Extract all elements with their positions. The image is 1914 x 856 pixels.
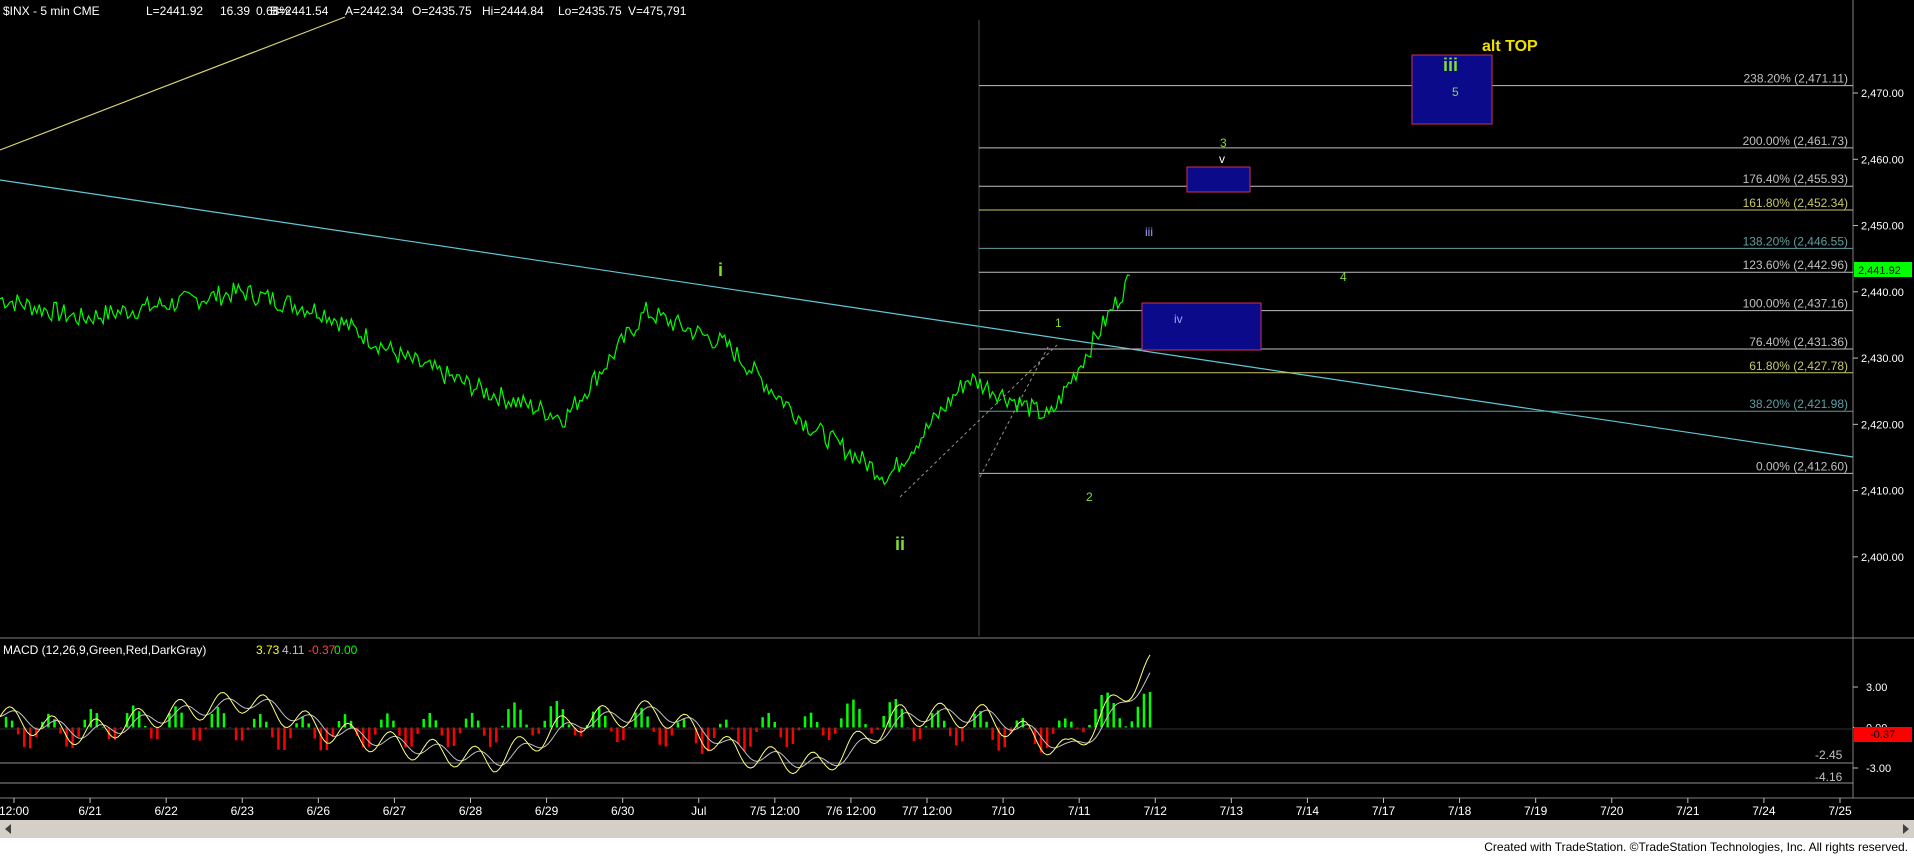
time-axis-label: 6/27: [383, 804, 407, 818]
time-axis-label: 7/17: [1372, 804, 1396, 818]
macd-current-label: -0.37: [1870, 729, 1895, 741]
wave-label-iv-small: iv: [1174, 312, 1183, 326]
time-axis-label: 6/30: [611, 804, 635, 818]
time-axis-label: 6/26: [307, 804, 331, 818]
fib-label: 200.00% (2,461.73): [1743, 134, 1848, 148]
wave-label-1: 1: [1055, 316, 1062, 330]
price-axis-label: 2,420.00: [1861, 419, 1904, 431]
header-change: 16.39: [220, 4, 250, 18]
time-axis-label: 7/12: [1144, 804, 1168, 818]
alt-top-label: alt TOP: [1482, 38, 1538, 55]
chart: $INX - 5 min CME L=2441.92 16.39 0.68% B…: [0, 0, 1914, 856]
wave-label-4: 4: [1340, 270, 1347, 284]
header-low: Lo=2435.75: [558, 4, 622, 18]
time-axis-label: 7/5 12:00: [750, 804, 800, 818]
time-axis-label: 6/23: [231, 804, 255, 818]
macd-axis-label: 3.00: [1866, 682, 1887, 694]
macd-value-1: 3.73: [256, 643, 280, 657]
time-axis-label: 6/29: [535, 804, 559, 818]
time-axis-label: 6/28: [459, 804, 483, 818]
macd-value-3: -0.37: [308, 643, 336, 657]
time-axis-label: 6/21: [78, 804, 102, 818]
fib-label: 38.20% (2,421.98): [1749, 397, 1848, 411]
time-axis-label: 6/22: [154, 804, 178, 818]
footer: Created with TradeStation. ©TradeStation…: [0, 838, 1914, 856]
price-axis-label: 2,430.00: [1861, 353, 1904, 365]
horizontal-scrollbar[interactable]: [0, 820, 1914, 838]
time-axis-label: 7/14: [1296, 804, 1320, 818]
wave-label-iii-small: iii: [1145, 225, 1153, 239]
scroll-right-icon[interactable]: [1900, 822, 1912, 836]
wave-label-5: 5: [1452, 85, 1459, 99]
fib-label: 0.00% (2,412.60): [1756, 459, 1848, 473]
time-axis-label: 7/19: [1524, 804, 1548, 818]
price-axis-label: 2,400.00: [1861, 552, 1904, 564]
wave-label-ii: ii: [895, 534, 905, 554]
macd-value-2: 4.11: [282, 643, 305, 657]
fib-label: 138.20% (2,446.55): [1743, 234, 1848, 248]
time-axis-label: 7/11: [1068, 804, 1091, 818]
time-axis-label: 7/25: [1828, 804, 1852, 818]
wave-label-3: 3: [1220, 136, 1227, 150]
wave-label-2: 2: [1086, 490, 1093, 504]
fib-label: 176.40% (2,455.93): [1743, 172, 1848, 186]
wave-label-v-small: v: [1219, 152, 1225, 166]
header-volume: V=475,791: [628, 4, 687, 18]
scroll-left-icon[interactable]: [2, 822, 14, 836]
fib-label: 238.20% (2,471.11): [1743, 72, 1848, 86]
fib-label: 61.80% (2,427.78): [1749, 359, 1848, 373]
price-axis-label: 2,440.00: [1861, 287, 1904, 299]
header-last: L=2441.92: [146, 4, 203, 18]
wave-label-i: i: [718, 260, 723, 280]
time-axis-label: 7/20: [1600, 804, 1624, 818]
macd-level-2: -4.16: [1815, 770, 1843, 784]
price-axis-label: 2,450.00: [1861, 221, 1904, 233]
footer-text: Created with TradeStation. ©TradeStation…: [1484, 840, 1908, 854]
time-axis-label: 7/24: [1752, 804, 1776, 818]
macd-label: MACD (12,26,9,Green,Red,DarkGray): [3, 643, 206, 657]
time-axis-label: 7/7 12:00: [902, 804, 952, 818]
header-symbol: $INX - 5 min CME: [3, 4, 100, 18]
time-axis-label: 12:00: [0, 804, 29, 818]
time-axis-label: 7/21: [1676, 804, 1700, 818]
wave-label-iii-big: iii: [1443, 55, 1458, 75]
time-axis-label: 7/13: [1220, 804, 1244, 818]
macd-level-1: -2.45: [1815, 748, 1843, 762]
fib-label: 161.80% (2,452.34): [1743, 196, 1848, 210]
header-ask: A=2442.34: [345, 4, 404, 18]
fib-label: 123.60% (2,442.96): [1743, 258, 1848, 272]
target-box-iv: [1141, 302, 1262, 351]
fib-label: 76.40% (2,431.36): [1749, 335, 1848, 349]
price-axis-label: 2,460.00: [1861, 154, 1904, 166]
macd-value-4: 0.00: [334, 643, 358, 657]
time-axis-label: Jul: [691, 804, 706, 818]
header-bid: B=2441.54: [270, 4, 329, 18]
price-axis-label: 2,470.00: [1861, 88, 1904, 100]
target-box-v: [1186, 166, 1251, 193]
fib-label: 100.00% (2,437.16): [1743, 297, 1848, 311]
header-high: Hi=2444.84: [482, 4, 544, 18]
chart-canvas: $INX - 5 min CME L=2441.92 16.39 0.68% B…: [0, 0, 1914, 820]
time-axis-label: 7/10: [991, 804, 1015, 818]
last-price-label: 2,441.92: [1858, 265, 1901, 277]
header-open: O=2435.75: [412, 4, 472, 18]
macd-axis-label: -3.00: [1866, 763, 1891, 775]
time-axis-label: 7/6 12:00: [826, 804, 876, 818]
price-axis-label: 2,410.00: [1861, 486, 1904, 498]
time-axis-label: 7/18: [1448, 804, 1472, 818]
